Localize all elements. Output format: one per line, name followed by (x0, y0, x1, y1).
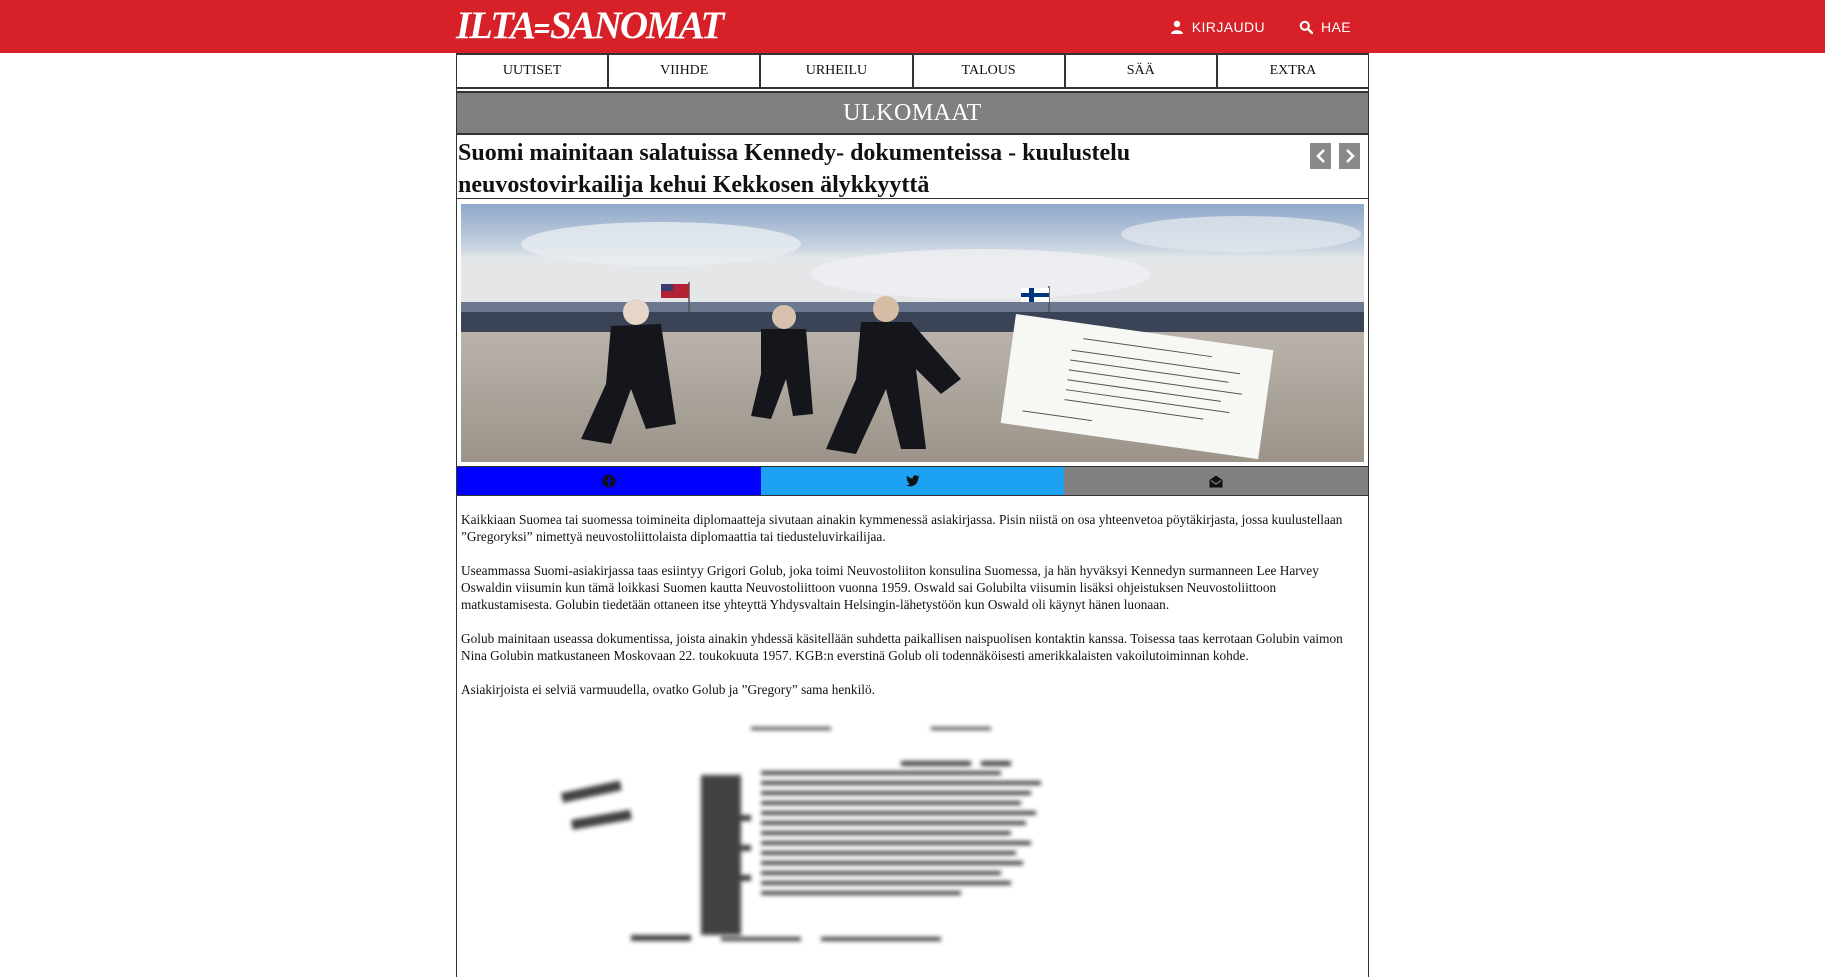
site-logo[interactable]: ILTA SANOMAT (456, 6, 724, 46)
nav-item-saa[interactable]: SÄÄ (1066, 55, 1218, 87)
share-email-button[interactable] (1064, 467, 1369, 495)
article-paragraph: Kaikkiaan Suomea tai suomessa toimineita… (461, 512, 1343, 544)
share-facebook-button[interactable] (457, 467, 761, 495)
search-icon (1299, 20, 1313, 34)
article-paragraph: Useammassa Suomi-asiakirjassa taas esiin… (461, 563, 1319, 612)
article-paragraph: Asiakirjoista ei selviä varmuudella, ova… (461, 682, 875, 697)
nav-item-extra[interactable]: EXTRA (1218, 55, 1368, 87)
article-body: Kaikkiaan Suomea tai suomessa toimineita… (457, 496, 1368, 955)
nav-item-urheilu[interactable]: URHEILU (761, 55, 914, 87)
search-label: HAE (1321, 18, 1351, 35)
main-nav: UUTISET VIIHDE URHEILU TALOUS SÄÄ EXTRA (457, 53, 1368, 89)
nav-item-viihde[interactable]: VIIHDE (609, 55, 762, 87)
nav-item-talous[interactable]: TALOUS (914, 55, 1066, 87)
login-label: KIRJAUDU (1191, 18, 1265, 35)
share-bar (457, 466, 1369, 496)
article-headline: Suomi mainitaan salatuissa Kennedy- doku… (458, 140, 1131, 198)
hero-photo (461, 204, 1364, 462)
scanned-document-photo (561, 727, 1041, 941)
nav-item-uutiset[interactable]: UUTISET (457, 55, 610, 87)
search-button[interactable]: HAE (1299, 19, 1351, 35)
next-article-button[interactable] (1339, 143, 1360, 169)
facebook-icon (602, 474, 616, 488)
section-title: ULKOMAAT (457, 91, 1368, 135)
login-button[interactable]: KIRJAUDU (1170, 19, 1265, 35)
previous-article-button[interactable] (1310, 143, 1331, 169)
hero-image (461, 204, 1364, 462)
envelope-icon (1209, 475, 1223, 487)
user-icon (1170, 20, 1183, 34)
top-actions: KIRJAUDU HAE (1170, 0, 1351, 53)
logo-dash (535, 24, 549, 34)
share-twitter-button[interactable] (760, 467, 1065, 495)
chevron-right-icon (1345, 149, 1355, 163)
headline-row: Suomi mainitaan salatuissa Kennedy- doku… (457, 135, 1368, 199)
twitter-icon (905, 475, 919, 487)
top-bar: ILTA SANOMAT KIRJAUDU HAE (0, 0, 1825, 53)
document-image (461, 715, 1364, 955)
chevron-left-icon (1315, 149, 1325, 163)
article-paragraph: Golub mainitaan useassa dokumentissa, jo… (461, 631, 1343, 663)
article-container: UUTISET VIIHDE URHEILU TALOUS SÄÄ EXTRA … (456, 53, 1369, 977)
